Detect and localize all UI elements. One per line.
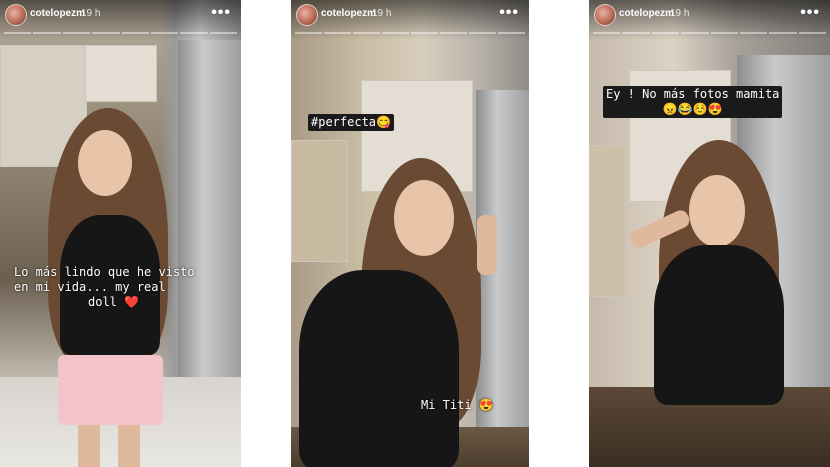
story-header: cotelopezm 19 h ••• <box>0 0 241 40</box>
hashtag-sticker[interactable]: #perfecta😋 <box>308 114 394 131</box>
avatar[interactable] <box>296 4 318 26</box>
username[interactable]: cotelopezm <box>321 8 376 19</box>
story-progress-bar <box>295 32 525 34</box>
timestamp: 19 h <box>372 8 392 19</box>
story-panel-2[interactable]: cotelopezm 19 h ••• #perfecta😋 Mi Titi 😍 <box>291 0 529 467</box>
caption-line: en mi vida... my real <box>14 280 166 294</box>
timestamp: 19 h <box>670 8 690 19</box>
story-panel-1[interactable]: cotelopezm 19 h ••• Lo más lindo que he … <box>0 0 241 467</box>
caption-line: Lo más lindo que he visto <box>14 265 195 279</box>
username[interactable]: cotelopezm <box>619 8 674 19</box>
avatar[interactable] <box>594 4 616 26</box>
kitchen-cabinet <box>291 140 348 262</box>
kitchen-cabinet <box>589 145 626 297</box>
story-header: cotelopezm 19 h ••• <box>291 0 529 40</box>
caption-text: Mi Titi <box>421 398 472 412</box>
caption-text: Ey ! No más fotos mamita <box>606 87 780 101</box>
avatar[interactable] <box>5 4 27 26</box>
emoji-row-icon: 😠😂☺️😍 <box>662 102 723 116</box>
more-options-icon[interactable]: ••• <box>499 4 519 22</box>
story-header: cotelopezm 19 h ••• <box>589 0 830 40</box>
story-caption: Lo más lindo que he visto en mi vida... … <box>14 265 195 310</box>
hashtag-text: #perfecta <box>311 115 377 129</box>
story-progress-bar <box>4 32 237 34</box>
username[interactable]: cotelopezm <box>30 8 85 19</box>
caption-line: doll <box>88 295 117 309</box>
story-panel-3[interactable]: cotelopezm 19 h ••• Ey ! No más fotos ma… <box>589 0 830 467</box>
timestamp: 19 h <box>81 8 101 19</box>
yum-emoji-icon: 😋 <box>376 115 391 129</box>
heart-eyes-emoji-icon: 😍 <box>478 398 494 412</box>
kitchen-cabinet <box>85 45 157 102</box>
story-caption: Mi Titi 😍 <box>421 398 494 413</box>
story-progress-bar <box>593 32 826 34</box>
more-options-icon[interactable]: ••• <box>211 4 231 22</box>
story-caption: Ey ! No más fotos mamita 😠😂☺️😍 <box>603 86 783 118</box>
more-options-icon[interactable]: ••• <box>800 4 820 22</box>
heart-icon: ❤️ <box>124 295 140 309</box>
